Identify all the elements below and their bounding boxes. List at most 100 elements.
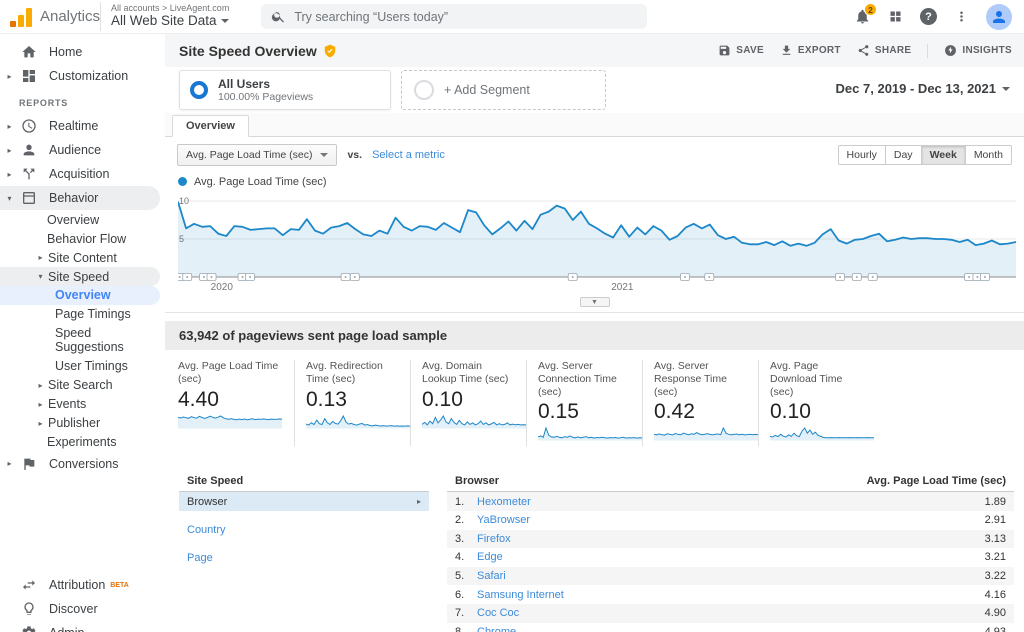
insights-button[interactable]: INSIGHTS [944, 44, 1012, 57]
scorecard-value[interactable]: 4.40 [178, 388, 286, 412]
chevron-right-icon[interactable]: ▸ [5, 146, 14, 155]
load-time-value: 4.90 [985, 607, 1006, 619]
account-switcher[interactable]: All accounts > LiveAgent.com All Web Sit… [100, 2, 239, 31]
browser-link[interactable]: Firefox [477, 533, 511, 545]
select-metric-link[interactable]: Select a metric [372, 149, 445, 161]
sidebar-item-label: Site Search [48, 378, 113, 392]
chevron-right-icon[interactable]: ▸ [5, 72, 14, 81]
search-bar[interactable] [261, 4, 647, 29]
dimension-row-country[interactable]: Country [179, 520, 429, 539]
browser-link[interactable]: Coc Coc [477, 607, 519, 619]
more-options-button[interactable] [954, 9, 969, 24]
main-chart[interactable]: 10520202021 [165, 191, 1024, 300]
segment-all-users[interactable]: All Users 100.00% Pageviews [179, 70, 391, 110]
sidebar-item-attribution[interactable]: AttributionBETA [0, 573, 165, 597]
chevron-down-icon[interactable]: ▾ [36, 272, 45, 281]
sidebar-item-home[interactable]: Home [0, 40, 165, 64]
sidebar-item-conversions[interactable]: ▸Conversions [0, 452, 165, 476]
avatar[interactable] [986, 4, 1012, 30]
metric-selector-dropdown[interactable]: Avg. Page Load Time (sec) [177, 144, 337, 166]
dimension-row-browser[interactable]: Browser▸ [179, 492, 429, 511]
browser-link[interactable]: Safari [477, 570, 506, 582]
notifications-button[interactable]: 2 [854, 8, 871, 25]
chart-controls: Avg. Page Load Time (sec) vs. Select a m… [165, 137, 1024, 172]
help-button[interactable]: ? [920, 8, 937, 25]
sidebar: Home▸CustomizationREPORTS▸Realtime▸Audie… [0, 34, 165, 632]
chevron-right-icon[interactable]: ▸ [5, 459, 14, 468]
sidebar-item-acquisition[interactable]: ▸Acquisition [0, 162, 165, 186]
save-icon [718, 44, 731, 57]
scorecard-value[interactable]: 0.42 [654, 400, 750, 424]
scorecard-value[interactable]: 0.15 [538, 400, 634, 424]
granularity-hourly[interactable]: Hourly [838, 145, 886, 165]
row-number: 3. [455, 533, 477, 545]
chevron-right-icon[interactable]: ▸ [36, 381, 45, 390]
scorecard-avg-page-download-time-sec: Avg. Page Download Time (sec)0.10 [758, 360, 874, 446]
sidebar-item-behavior-flow[interactable]: Behavior Flow [0, 229, 165, 248]
granularity-month[interactable]: Month [966, 145, 1012, 165]
tab-overview[interactable]: Overview [172, 115, 249, 137]
sidebar-item-events[interactable]: ▸Events [0, 395, 165, 414]
sidebar-item-discover[interactable]: Discover [0, 597, 165, 621]
sidebar-item-behavior[interactable]: ▾Behavior [0, 186, 160, 210]
report-actions: SAVE EXPORT SHARE INSIGHTS [718, 44, 1012, 58]
chevron-right-icon[interactable]: ▸ [36, 253, 45, 262]
granularity-week[interactable]: Week [922, 145, 966, 165]
sidebar-item-speed-suggestions[interactable]: Speed Suggestions [0, 324, 165, 357]
browser-link[interactable]: Chrome [477, 626, 516, 632]
sidebar-item-publisher[interactable]: ▸Publisher [0, 414, 165, 433]
realtime-icon [20, 118, 37, 134]
sidebar-item-experiments[interactable]: Experiments [0, 433, 165, 452]
load-time-value: 3.13 [985, 533, 1006, 545]
sidebar-item-audience[interactable]: ▸Audience [0, 138, 165, 162]
browser-rows: 1.Hexometer1.892.YaBrowser2.913.Firefox3… [447, 492, 1014, 632]
share-button[interactable]: SHARE [857, 44, 912, 57]
chevron-right-icon[interactable]: ▸ [36, 419, 45, 428]
action-label: SAVE [736, 45, 764, 56]
save-button[interactable]: SAVE [718, 44, 764, 57]
sample-note: 63,942 of pageviews sent page load sampl… [165, 321, 1024, 350]
sidebar-section-label: REPORTS [0, 88, 165, 114]
main-content: Site Speed Overview SAVEEXPORTSHAREINSIG… [165, 34, 1024, 632]
date-range-selector[interactable]: Dec 7, 2019 - Dec 13, 2021 [836, 81, 1010, 96]
chevron-right-icon[interactable]: ▸ [36, 400, 45, 409]
vs-label: vs. [347, 149, 362, 161]
scorecard-value[interactable]: 0.10 [422, 388, 518, 412]
scorecard-label: Avg. Page Load Time (sec) [178, 360, 286, 387]
scorecard-sparkline [538, 426, 634, 446]
chevron-right-icon: ▸ [417, 497, 421, 506]
browser-link[interactable]: Samsung Internet [477, 589, 564, 601]
sidebar-item-user-timings[interactable]: User Timings [0, 357, 165, 376]
sidebar-item-overview[interactable]: Overview [0, 210, 165, 229]
table-row: 7.Coc Coc4.90 [447, 604, 1014, 623]
sidebar-item-site-content[interactable]: ▸Site Content [0, 248, 165, 267]
chevron-right-icon[interactable]: ▸ [5, 122, 14, 131]
sidebar-item-site-search[interactable]: ▸Site Search [0, 376, 165, 395]
beta-badge: BETA [110, 582, 129, 589]
action-label: EXPORT [798, 45, 841, 56]
verified-shield-icon [323, 44, 337, 58]
apps-grid-button[interactable] [888, 9, 903, 24]
sidebar-item-realtime[interactable]: ▸Realtime [0, 114, 165, 138]
sidebar-item-page-timings[interactable]: Page Timings [0, 305, 165, 324]
scorecard-value[interactable]: 0.13 [306, 388, 402, 412]
browser-link[interactable]: Hexometer [477, 496, 531, 508]
divider [927, 44, 928, 58]
search-input[interactable] [294, 10, 637, 24]
browser-link[interactable]: Edge [477, 551, 503, 563]
add-segment-button[interactable]: + Add Segment [401, 70, 606, 110]
sidebar-item-customization[interactable]: ▸Customization [0, 64, 165, 88]
sidebar-item-overview[interactable]: Overview [0, 286, 160, 305]
chevron-right-icon[interactable]: ▸ [5, 170, 14, 179]
granularity-day[interactable]: Day [886, 145, 922, 165]
sidebar-item-admin[interactable]: Admin [0, 621, 165, 632]
sidebar-item-site-speed[interactable]: ▾Site Speed [0, 267, 160, 286]
sidebar-footer: AttributionBETADiscoverAdmin [0, 573, 165, 632]
chevron-down-icon[interactable]: ▾ [5, 194, 14, 203]
scorecard-value[interactable]: 0.10 [770, 400, 866, 424]
analytics-logo[interactable]: Analytics [0, 7, 100, 27]
scorecard-sparkline [770, 426, 866, 446]
dimension-row-page[interactable]: Page [179, 548, 429, 567]
export-button[interactable]: EXPORT [780, 44, 841, 57]
browser-link[interactable]: YaBrowser [477, 514, 530, 526]
